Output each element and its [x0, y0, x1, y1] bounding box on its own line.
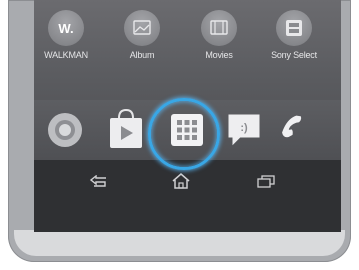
- album-icon: [124, 10, 160, 46]
- app-label: Movies: [205, 50, 233, 60]
- dock-item-phone[interactable]: [280, 114, 312, 151]
- app-label: Sony Select: [271, 50, 317, 60]
- app-movies[interactable]: Movies: [187, 10, 251, 60]
- app-album[interactable]: Album: [110, 10, 174, 60]
- app-label: WALKMAN: [44, 50, 88, 60]
- chrome-icon: [48, 113, 82, 147]
- home-icon: [172, 173, 190, 189]
- highlight-ring: [148, 98, 220, 170]
- recent-apps-icon: [257, 175, 275, 188]
- movies-icon: [201, 10, 237, 46]
- back-button[interactable]: [88, 174, 110, 194]
- phone-bottom-rim: [14, 230, 345, 256]
- app-sony-select[interactable]: Sony Select: [262, 10, 326, 60]
- navigation-bar: [34, 160, 341, 232]
- svg-text:W.: W.: [58, 21, 73, 36]
- home-button[interactable]: [170, 172, 192, 195]
- back-icon: [89, 174, 106, 187]
- svg-text::): :): [240, 122, 248, 134]
- phone-icon: [282, 115, 302, 138]
- app-walkman[interactable]: W. WALKMAN: [34, 10, 98, 60]
- dock-item-messaging[interactable]: :): [226, 112, 262, 153]
- play-store-icon: [110, 108, 142, 148]
- walkman-icon: W.: [48, 10, 84, 46]
- messaging-icon: :): [228, 114, 260, 146]
- recent-apps-button[interactable]: [256, 175, 276, 194]
- sony-select-icon: [276, 10, 312, 46]
- dock-item-play-store[interactable]: [106, 108, 146, 155]
- app-label: Album: [129, 50, 155, 60]
- dock-item-chrome[interactable]: [46, 111, 84, 154]
